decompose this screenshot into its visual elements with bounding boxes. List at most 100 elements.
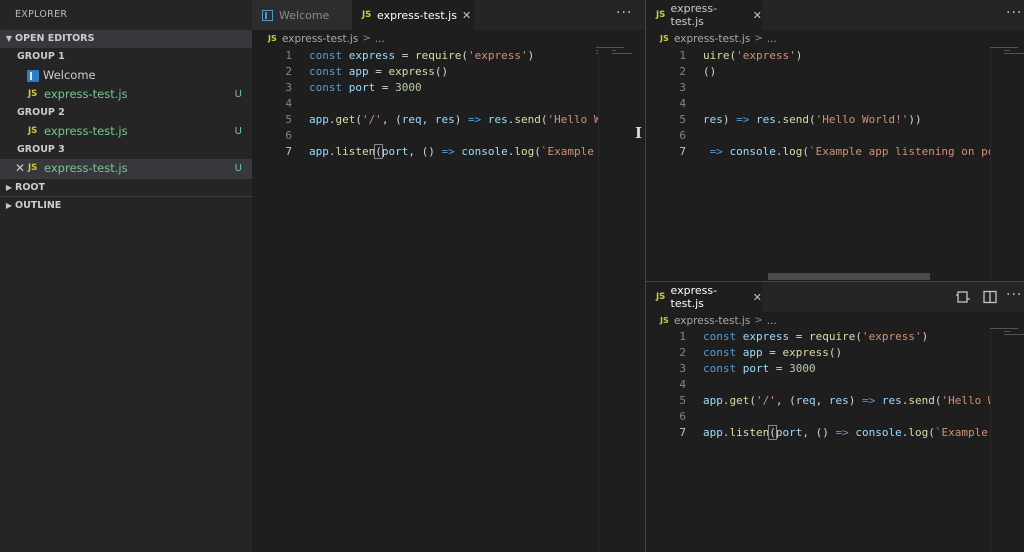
line-number: 1 (285, 49, 292, 62)
code-line[interactable]: 4 (664, 96, 990, 112)
root-section[interactable]: ▶ ROOT (0, 178, 252, 196)
code-line[interactable]: 4 (270, 96, 598, 112)
code-token: `Example app listening on port ${port}!` (934, 426, 988, 439)
code-token: , (815, 394, 829, 407)
breadcrumb-separator: > (362, 33, 371, 44)
text-cursor-icon: I (635, 124, 643, 142)
tab-express-test[interactable]: JS express-test.js ✕ (646, 282, 762, 312)
tab-express-test[interactable]: JS express-test.js ✕ (352, 0, 474, 30)
code-token: res (434, 113, 455, 126)
code-line[interactable]: 6 (270, 128, 598, 144)
tab-label: express-test.js (670, 2, 718, 28)
js-file-icon: JS (660, 34, 669, 43)
code-token: app (309, 145, 329, 158)
code-token: = (375, 81, 396, 94)
code-token: => (835, 426, 849, 439)
code-line[interactable]: 2 const app = express() (664, 345, 990, 361)
code-line[interactable]: 6 (664, 128, 990, 144)
line-number: 4 (285, 97, 292, 110)
code-token: = (769, 362, 790, 375)
vertical-scrollbar[interactable] (990, 48, 1004, 280)
breadcrumb-ellipsis[interactable]: ... (767, 30, 777, 48)
open-editor-name: express-test.js (44, 87, 128, 101)
code-token: 'express' (861, 330, 922, 343)
code-line[interactable]: 4 (664, 377, 990, 393)
explorer-title: EXPLORER (15, 9, 68, 20)
code-token: const (703, 346, 743, 359)
editor-1-tabbar: Welcome JS express-test.js ✕ ··· (252, 0, 645, 30)
code-token: '/' (756, 394, 776, 407)
horizontal-scrollbar[interactable] (768, 273, 930, 280)
code-line[interactable]: 7 app.listen(port, () => console.log(`Exa… (270, 144, 598, 160)
editor-3-code[interactable]: 1 const express = require('express') 2 cons… (664, 329, 990, 449)
js-file-icon: JS (268, 34, 277, 43)
code-line[interactable]: 6 (664, 409, 990, 425)
open-editor-express-test-g3[interactable]: ✕ JS express-test.js U (0, 159, 252, 178)
code-token: ) (454, 113, 468, 126)
breadcrumb-file[interactable]: express-test.js (674, 30, 750, 48)
code-token: express (742, 330, 790, 343)
vertical-scrollbar[interactable] (598, 48, 612, 552)
js-file-icon: JS (362, 10, 372, 20)
code-line[interactable]: 2 const app = express() (270, 64, 598, 80)
breadcrumb: JS express-test.js > ... (660, 312, 777, 330)
code-line[interactable]: 1 const express = require('express') (270, 48, 598, 64)
code-token: const (703, 330, 743, 343)
vertical-scrollbar[interactable] (990, 329, 1004, 552)
editor-1-code[interactable]: 1 const express = require('express') 2 cons… (270, 48, 598, 168)
code-line[interactable]: 5 app.get('/', (req, res) => res.send('He… (270, 112, 598, 128)
close-icon[interactable]: ✕ (15, 159, 25, 178)
breadcrumb-file[interactable]: express-test.js (674, 312, 750, 330)
open-editor-express-test-g1[interactable]: JS express-test.js U (0, 85, 252, 104)
root-label: ROOT (15, 181, 45, 193)
code-line[interactable]: 3 (664, 80, 990, 96)
breadcrumb-ellipsis[interactable]: ... (375, 30, 385, 48)
code-token: get (335, 113, 356, 126)
outline-section[interactable]: ▶ OUTLINE (0, 196, 252, 214)
close-icon[interactable]: ✕ (753, 291, 762, 304)
breadcrumb-file[interactable]: express-test.js (282, 30, 358, 48)
code-line[interactable]: 3 const port = 3000 (270, 80, 598, 96)
more-actions-button[interactable]: ··· (1006, 282, 1022, 312)
code-token: 'express' (467, 49, 528, 62)
close-icon[interactable]: ✕ (462, 9, 471, 22)
code-text: res) => res.send('Hello World!')) (703, 112, 922, 128)
code-token: req (795, 394, 816, 407)
editor-sash-vertical[interactable] (645, 0, 646, 552)
more-actions-button[interactable]: ··· (616, 0, 632, 30)
line-number: 3 (679, 81, 686, 94)
code-line[interactable]: 5 app.get('/', (req, res) => res.send('He… (664, 393, 990, 409)
editor-2-code[interactable]: 1 uire('express') 2() 3 4 5 res) => res.send('… (664, 48, 990, 168)
js-file-icon: JS (28, 89, 38, 99)
code-line[interactable]: 2 () (664, 64, 990, 80)
tab-express-test[interactable]: JS express-test.js ✕ (646, 0, 762, 30)
code-line[interactable]: 1 uire('express') (664, 48, 990, 64)
split-editor-icon[interactable] (982, 289, 998, 305)
code-token: port (742, 362, 770, 375)
code-line[interactable]: 3 const port = 3000 (664, 361, 990, 377)
tab-label: Welcome (279, 8, 330, 22)
open-editors-section[interactable]: ▼ OPEN EDITORS (0, 30, 252, 48)
code-line[interactable]: 1 const express = require('express') (664, 329, 990, 345)
code-token: console (855, 426, 902, 439)
open-changes-icon[interactable] (955, 289, 971, 305)
code-line[interactable]: 5 res) => res.send('Hello World!')) (664, 112, 990, 128)
code-line[interactable]: 7 => console.log(`Example app listening … (664, 144, 990, 160)
tab-welcome[interactable]: Welcome (252, 0, 352, 30)
open-editor-express-test-g2[interactable]: JS express-test.js U (0, 122, 252, 141)
code-token: send (514, 113, 541, 126)
code-token: port (348, 81, 376, 94)
code-token: const (309, 49, 349, 62)
code-text: uire('express') (703, 48, 802, 64)
code-line[interactable]: 7 app.listen(port, () => console.log(`Exa… (664, 425, 990, 441)
close-icon[interactable]: ✕ (753, 9, 762, 22)
open-editor-welcome[interactable]: Welcome (0, 66, 252, 85)
tab-label: express-test.js (377, 8, 457, 22)
code-token: , ( (775, 394, 796, 407)
breadcrumb-ellipsis[interactable]: ... (767, 312, 777, 330)
code-token: `Example app listening on port ${port}!` (808, 145, 990, 158)
js-file-icon: JS (28, 163, 38, 173)
code-token: ) (722, 113, 737, 126)
more-actions-button[interactable]: ··· (1006, 0, 1022, 30)
